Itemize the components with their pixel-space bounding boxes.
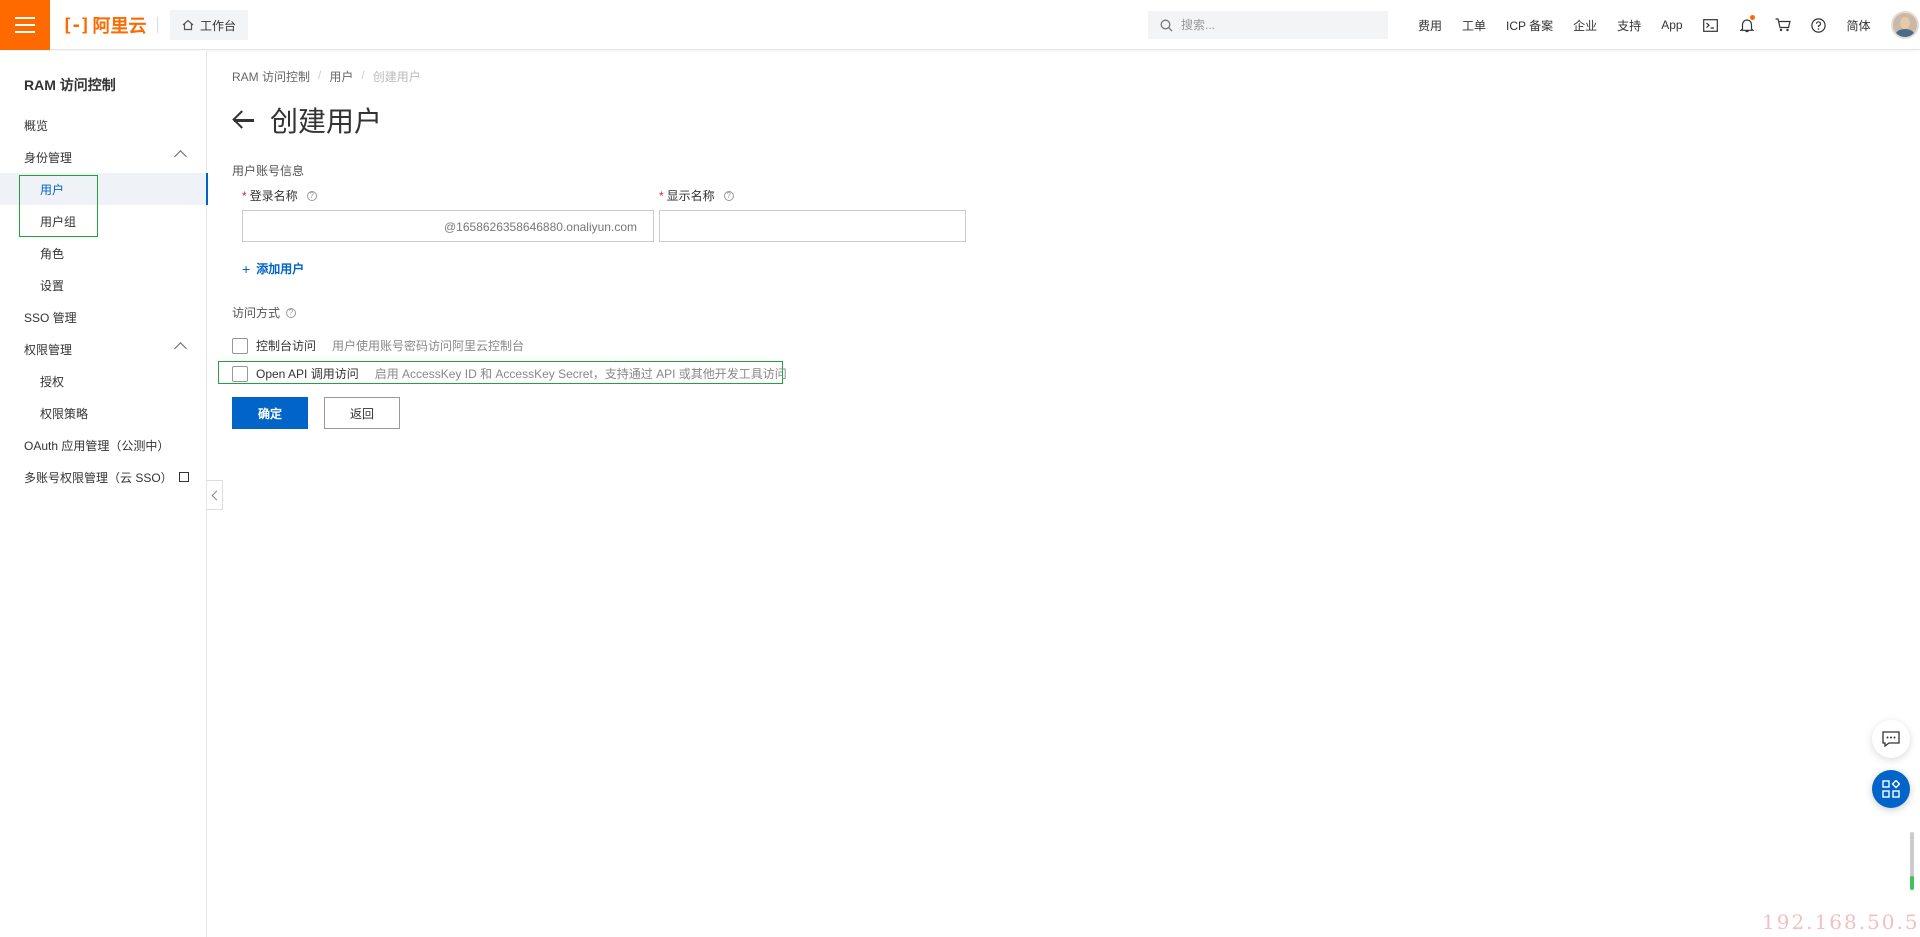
workbench-label: 工作台	[200, 18, 237, 33]
top-navigation-bar: [-] 阿里云 工作台 费用 工单 ICP 备案 企业 支持 App 简体	[0, 0, 1920, 50]
login-name-label: * 登录名称 ?	[242, 187, 317, 204]
display-name-field[interactable]	[659, 210, 966, 242]
sidebar-item-label: 身份管理	[24, 150, 73, 165]
required-asterisk: *	[659, 188, 664, 203]
chat-icon	[1882, 731, 1900, 747]
home-icon	[182, 19, 194, 31]
sidebar-item-label: 授权	[40, 374, 65, 389]
sidebar-item-overview[interactable]: 概览	[0, 109, 207, 141]
chevron-up-icon	[174, 150, 187, 163]
aliyun-logo[interactable]: [-] 阿里云	[62, 13, 147, 37]
nav-enterprise[interactable]: 企业	[1563, 17, 1607, 34]
sidebar-group-identity[interactable]: 身份管理	[0, 141, 207, 173]
menu-line-icon	[15, 24, 35, 26]
divider	[157, 17, 158, 33]
login-name-field[interactable]: @1658626358646880.onaliyun.com	[242, 210, 654, 242]
sidebar-item-label: 概览	[24, 118, 49, 133]
sidebar-item-label: 权限策略	[40, 406, 89, 421]
add-user-label: 添加用户	[256, 262, 305, 276]
sidebar: RAM 访问控制 概览 身份管理 用户 用户组 角色 设置 SSO 管理 权限管…	[0, 51, 208, 937]
page-header: 创建用户	[232, 100, 382, 140]
display-name-input[interactable]	[660, 211, 965, 241]
access-section-text: 访问方式	[232, 306, 281, 320]
breadcrumb-ram[interactable]: RAM 访问控制	[232, 68, 310, 85]
sidebar-item-label: 设置	[40, 278, 65, 293]
help-circle-icon[interactable]: ?	[723, 190, 734, 201]
external-link-icon	[178, 472, 189, 482]
breadcrumb-current: 创建用户	[372, 70, 421, 84]
highlight-box	[19, 175, 98, 237]
nav-tickets[interactable]: 工单	[1452, 17, 1496, 34]
breadcrumb: RAM 访问控制 / 用户 / 创建用户	[232, 68, 421, 85]
hamburger-menu-button[interactable]	[0, 0, 50, 50]
terminal-icon[interactable]	[1693, 18, 1729, 32]
account-section-label: 用户账号信息	[232, 164, 305, 178]
help-icon[interactable]	[1801, 17, 1837, 33]
back-arrow-icon[interactable]	[232, 108, 256, 132]
nav-icp[interactable]: ICP 备案	[1496, 17, 1563, 34]
search-input[interactable]	[1181, 18, 1371, 32]
logo-mark-icon: [-]	[62, 14, 90, 36]
page-title: 创建用户	[270, 106, 383, 137]
breadcrumb-separator: /	[318, 68, 322, 82]
nav-billing[interactable]: 费用	[1408, 17, 1452, 34]
chevron-left-icon	[211, 490, 221, 500]
workbench-button[interactable]: 工作台	[170, 10, 249, 40]
sidebar-item-cloud-sso[interactable]: 多账号权限管理（云 SSO）	[0, 461, 207, 493]
help-circle-icon[interactable]: ?	[286, 307, 297, 318]
display-name-label-text: 显示名称	[666, 189, 715, 203]
search-icon	[1160, 19, 1173, 31]
notification-bell-icon[interactable]	[1729, 14, 1765, 33]
sidebar-item-oauth[interactable]: OAuth 应用管理（公测中）	[0, 429, 207, 461]
required-asterisk: *	[242, 188, 247, 203]
global-search[interactable]	[1148, 11, 1388, 39]
highlight-box	[218, 361, 783, 384]
access-section-label: 访问方式 ?	[232, 304, 297, 321]
back-button[interactable]: 返回	[324, 397, 400, 429]
sidebar-item-label: OAuth 应用管理（公测中）	[24, 438, 170, 453]
sidebar-item-label: 角色	[40, 246, 65, 261]
unread-dot	[1749, 14, 1755, 20]
plus-icon: +	[242, 260, 251, 277]
login-name-label-text: 登录名称	[249, 189, 298, 203]
scroll-indicator[interactable]	[1910, 832, 1914, 890]
nav-app[interactable]: App	[1651, 18, 1692, 32]
console-access-label[interactable]: 控制台访问	[256, 337, 316, 354]
logo-text: 阿里云	[92, 16, 147, 36]
confirm-button[interactable]: 确定	[232, 397, 308, 429]
top-nav-links: 费用 工单 ICP 备案 企业 支持 App 简体	[1408, 0, 1919, 50]
sidebar-title: RAM 访问控制	[24, 77, 116, 93]
chat-float-button[interactable]	[1872, 720, 1910, 758]
chevron-up-icon	[174, 342, 187, 355]
apps-float-button[interactable]	[1872, 770, 1910, 808]
sidebar-item-label: 权限管理	[24, 342, 73, 357]
nav-support[interactable]: 支持	[1607, 17, 1651, 34]
sidebar-item-label: SSO 管理	[24, 310, 77, 325]
login-name-suffix: @1658626358646880.onaliyun.com	[443, 220, 637, 234]
sidebar-item-policies[interactable]: 权限策略	[0, 397, 207, 429]
display-name-label: * 显示名称 ?	[659, 187, 734, 204]
ip-watermark: 192.168.50.51	[1762, 910, 1920, 934]
user-avatar[interactable]	[1890, 11, 1919, 39]
console-access-checkbox[interactable]	[232, 337, 248, 354]
sidebar-item-roles[interactable]: 角色	[0, 237, 207, 269]
sidebar-group-permissions[interactable]: 权限管理	[0, 333, 207, 365]
language-switch[interactable]: 简体	[1837, 17, 1881, 34]
add-user-button[interactable]: + 添加用户	[242, 260, 304, 277]
sidebar-item-sso[interactable]: SSO 管理	[0, 301, 207, 333]
sidebar-item-settings[interactable]: 设置	[0, 269, 207, 301]
sidebar-item-grants[interactable]: 授权	[0, 365, 207, 397]
sidebar-item-label: 多账号权限管理（云 SSO）	[24, 470, 173, 485]
help-circle-icon[interactable]: ?	[306, 190, 317, 201]
console-access-option[interactable]: 控制台访问 用户使用账号密码访问阿里云控制台	[232, 337, 524, 354]
breadcrumb-users[interactable]: 用户	[329, 68, 353, 85]
menu-line-icon	[15, 17, 35, 19]
menu-line-icon	[15, 31, 35, 33]
breadcrumb-separator: /	[361, 68, 365, 82]
cart-icon[interactable]	[1765, 18, 1801, 32]
console-access-desc: 用户使用账号密码访问阿里云控制台	[332, 339, 525, 353]
apps-grid-icon	[1882, 780, 1900, 798]
sidebar-collapse-handle[interactable]	[207, 480, 223, 510]
